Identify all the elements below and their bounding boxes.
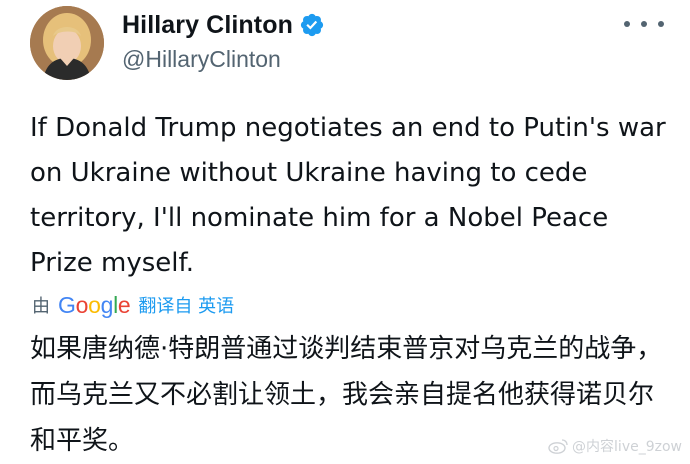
- watermark-text: @内容live_9zow: [572, 439, 682, 455]
- author-handle[interactable]: @HillaryClinton: [122, 46, 281, 73]
- google-logo: Google: [58, 291, 131, 318]
- avatar-image: [30, 6, 104, 80]
- more-dot-icon: [641, 21, 647, 27]
- translation-attribution: 由 Google 翻译自 英语: [32, 290, 234, 320]
- more-dot-icon: [658, 21, 664, 27]
- weibo-icon: [548, 439, 568, 454]
- more-dot-icon: [624, 21, 630, 27]
- avatar[interactable]: [30, 6, 104, 80]
- author-display-name[interactable]: Hillary Clinton: [122, 11, 293, 40]
- author-name-row: Hillary Clinton: [122, 8, 325, 42]
- watermark: @内容live_9zow: [548, 436, 682, 456]
- translated-by-label: 由: [32, 296, 50, 317]
- more-options-button[interactable]: [624, 14, 664, 34]
- verified-badge-icon: [299, 12, 325, 38]
- translated-from-link[interactable]: 翻译自 英语: [138, 292, 234, 318]
- tweet-text: If Donald Trump negotiates an end to Put…: [30, 113, 666, 278]
